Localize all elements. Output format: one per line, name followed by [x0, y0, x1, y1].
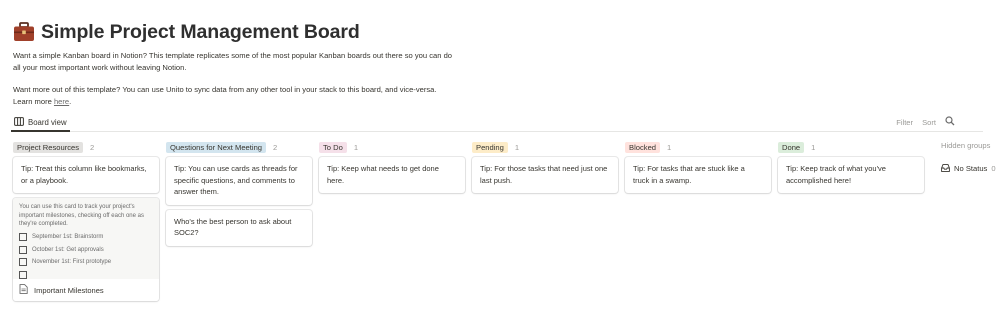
- hidden-group-no-status[interactable]: No Status 0: [941, 159, 1005, 177]
- column-project-resources: Project Resources 2 Tip: Treat this colu…: [13, 141, 159, 301]
- column-count: 1: [667, 142, 672, 152]
- toolbar-actions: Filter Sort: [896, 116, 955, 128]
- checkbox-icon: [19, 270, 27, 279]
- learn-more-link[interactable]: here: [54, 97, 69, 106]
- todo-label: September 1st: Brainstorm: [32, 234, 104, 241]
- card-title: Important Milestones: [34, 285, 104, 295]
- tab-board-view[interactable]: Board view: [11, 114, 70, 132]
- board-card[interactable]: Tip: For those tasks that need just one …: [472, 157, 618, 193]
- todo-item: November 1st: First prototype: [19, 258, 154, 267]
- board-card[interactable]: Tip: Keep what needs to get done here.: [319, 157, 465, 193]
- column-tag[interactable]: Done: [778, 141, 805, 153]
- column-header: Blocked 1: [625, 141, 771, 153]
- search-icon[interactable]: [945, 116, 955, 128]
- todo-label: November 1st: First prototype: [32, 259, 112, 266]
- filter-button[interactable]: Filter: [896, 118, 913, 127]
- hidden-group-label: No Status: [954, 163, 988, 173]
- sort-button[interactable]: Sort: [922, 118, 936, 127]
- page-description: Want a simple Kanban board in Notion? Th…: [13, 50, 453, 107]
- description-paragraph-2: Want more out of this template? You can …: [13, 84, 453, 107]
- briefcase-icon[interactable]: [13, 22, 35, 42]
- milestones-card[interactable]: You can use this card to track your proj…: [13, 198, 159, 301]
- board-card[interactable]: Tip: You can use cards as threads for sp…: [166, 157, 312, 205]
- board-card[interactable]: Tip: For tasks that are stuck like a tru…: [625, 157, 771, 193]
- page-title: Simple Project Management Board: [41, 20, 360, 43]
- column-count: 1: [353, 142, 359, 152]
- column-header: Pending 1: [472, 141, 618, 153]
- description-paragraph-1: Want a simple Kanban board in Notion? Th…: [13, 51, 453, 72]
- board-card[interactable]: Tip: Keep track of what you've accomplis…: [778, 157, 924, 193]
- column-count: 1: [811, 142, 816, 152]
- description-text: Want more out of this template? You can …: [13, 85, 437, 106]
- column-count: 1: [514, 142, 520, 152]
- column-tag[interactable]: Project Resources: [13, 141, 84, 153]
- checkbox-icon: [19, 258, 27, 267]
- checkbox-icon: [19, 233, 27, 242]
- card-page-preview: You can use this card to track your proj…: [13, 198, 159, 279]
- column-count: 2: [273, 142, 278, 152]
- page-icon: [19, 281, 28, 299]
- column-done: Done 1 Tip: Keep track of what you've ac…: [778, 141, 924, 198]
- description-period: .: [69, 96, 72, 106]
- column-header: Questions for Next Meeting 2: [166, 141, 312, 153]
- column-count: 2: [90, 142, 95, 152]
- column-to-do: To Do 1 Tip: Keep what needs to get done…: [319, 141, 465, 198]
- column-header: Done 1: [778, 141, 924, 153]
- hidden-group-count: 0: [991, 163, 996, 173]
- column-tag[interactable]: Blocked: [625, 141, 661, 153]
- preview-text: You can use this card to track your proj…: [19, 204, 144, 228]
- inbox-icon: [941, 159, 950, 177]
- column-pending: Pending 1 Tip: For those tasks that need…: [472, 141, 618, 198]
- card-footer: Important Milestones: [13, 279, 159, 301]
- column-header: Project Resources 2: [13, 141, 159, 153]
- page-header: Simple Project Management Board Want a s…: [13, 20, 453, 107]
- column-blocked: Blocked 1 Tip: For tasks that are stuck …: [625, 141, 771, 198]
- board-card[interactable]: Tip: Treat this column like bookmarks, o…: [13, 157, 159, 193]
- column-tag[interactable]: Pending: [472, 141, 508, 153]
- tab-board-view-label: Board view: [28, 117, 67, 127]
- todo-item: September 1st: Brainstorm: [19, 233, 154, 242]
- board-card[interactable]: Who's the best person to ask about SOC2?: [166, 209, 312, 246]
- todo-item: October 1st: Get approvals: [19, 245, 154, 254]
- view-toolbar: Board view Filter Sort: [11, 114, 983, 132]
- todo-label: October 1st: Get approvals: [32, 246, 104, 253]
- column-questions-next-meeting: Questions for Next Meeting 2 Tip: You ca…: [166, 141, 312, 251]
- column-header: To Do 1: [319, 141, 465, 153]
- hidden-groups-title: Hidden groups: [941, 141, 991, 150]
- column-tag[interactable]: To Do: [319, 141, 347, 153]
- checkbox-icon: [19, 245, 27, 254]
- hidden-groups-panel: Hidden groups No Status 0: [941, 141, 1005, 177]
- todo-item-partial: [19, 270, 154, 279]
- board-icon: [14, 113, 24, 131]
- column-tag[interactable]: Questions for Next Meeting: [166, 141, 267, 153]
